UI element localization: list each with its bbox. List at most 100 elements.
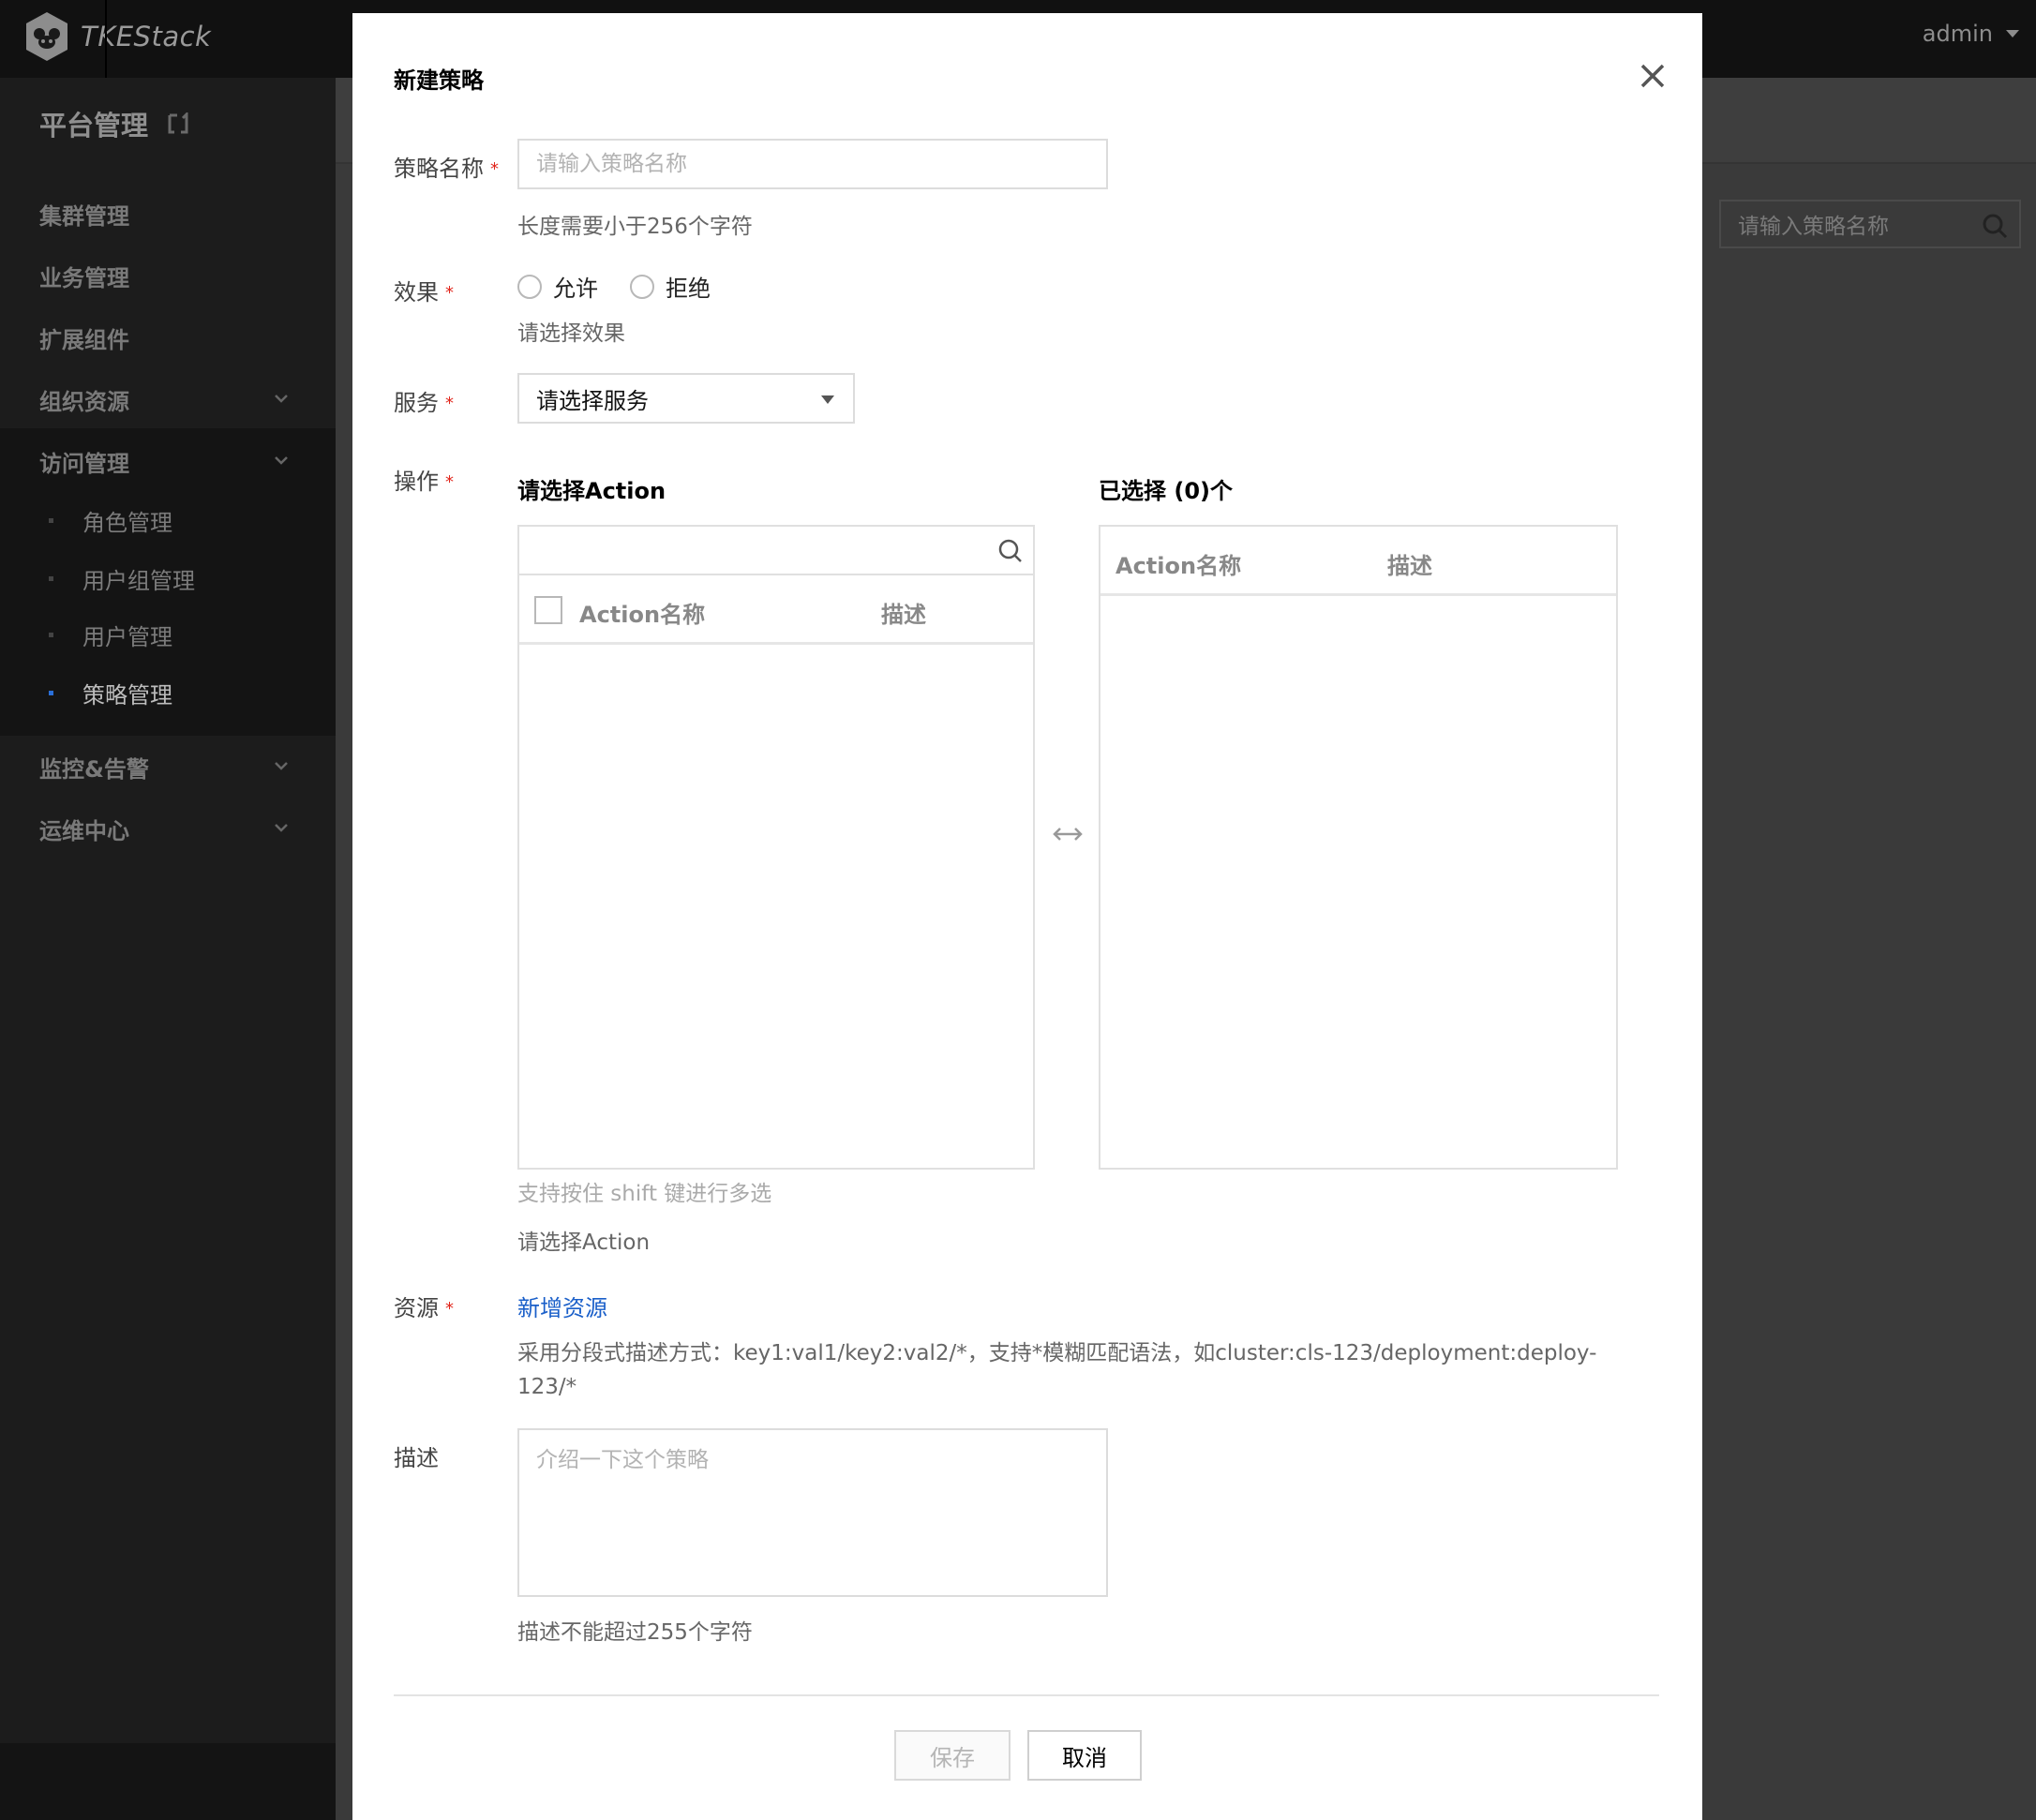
policy-name-hint: 长度需要小于256个字符 (517, 215, 753, 239)
select-all-checkbox[interactable] (534, 596, 562, 624)
sidebar-item-label: 集群管理 (39, 202, 129, 230)
search-placeholder: 请输入策略名称 (1738, 215, 1889, 239)
required-mark: * (445, 394, 454, 413)
close-icon (1640, 64, 1665, 88)
user-menu[interactable]: admin (1923, 21, 2019, 47)
action-label: 操作 * (394, 463, 454, 496)
footer-divider (394, 1694, 1659, 1696)
brand-name: TKEStack (81, 21, 212, 52)
action-source-panel: Action名称 描述 (517, 525, 1035, 1170)
sidebar-item-access[interactable]: 访问管理 (0, 430, 336, 492)
label-text: 描述 (394, 1445, 439, 1471)
create-policy-dialog: 新建策略 策略名称* 长度需要小于256个字符 效果* 允许 拒绝 请选择效果 … (352, 13, 1702, 1820)
sidebar-subitem-label: 用户组管理 (82, 567, 195, 594)
action-search-input[interactable] (519, 527, 1033, 574)
multi-select-hint: 支持按住 shift 键进行多选 (517, 1182, 772, 1206)
close-button[interactable] (1639, 62, 1667, 90)
service-label: 服务 * (394, 384, 454, 417)
sidebar-subitem-policies[interactable]: 策略管理 (0, 664, 336, 721)
sidebar-subitem-users[interactable]: 用户管理 (0, 606, 336, 663)
action-source-title: 请选择Action (517, 478, 666, 504)
brand-divider (105, 0, 107, 78)
sidebar-item-label: 业务管理 (39, 264, 129, 291)
sidebar-item-cluster[interactable]: 集群管理 (0, 183, 336, 245)
effect-radio-group: 允许 拒绝 (517, 270, 742, 303)
sidebar-item-extensions[interactable]: 扩展组件 (0, 306, 336, 368)
search-icon[interactable] (997, 538, 1024, 564)
sidebar-subitem-label: 角色管理 (82, 509, 172, 536)
action-search (519, 527, 1033, 575)
bullet-icon (49, 576, 53, 581)
sidebar-item-business[interactable]: 业务管理 (0, 245, 336, 306)
sidebar-item-ops[interactable]: 运维中心 (0, 798, 336, 859)
label-text: 服务 (394, 390, 439, 416)
effect-deny-radio[interactable]: 拒绝 (630, 270, 711, 303)
sidebar-title-text: 平台管理 (39, 110, 149, 142)
sidebar-subitem-label: 策略管理 (82, 681, 172, 709)
transfer-arrows-icon (1053, 828, 1083, 841)
add-resource-link[interactable]: 新增资源 (517, 1290, 607, 1322)
tkestack-logo-icon (24, 11, 69, 62)
label-text: 操作 (394, 469, 439, 495)
label-text: 资源 (394, 1295, 439, 1321)
required-mark: * (445, 1299, 454, 1319)
caret-down-icon (821, 395, 834, 404)
user-name: admin (1922, 21, 1993, 47)
effect-label: 效果 * (394, 274, 454, 306)
chevron-down-icon (275, 824, 288, 832)
required-mark: * (490, 159, 499, 179)
chevron-down-icon (275, 395, 288, 403)
sidebar-item-label: 组织资源 (39, 388, 129, 415)
action-hint: 请选择Action (517, 1231, 651, 1255)
col-action-name: Action名称 (579, 602, 706, 628)
radio-label: 允许 (553, 276, 598, 302)
bullet-icon (49, 518, 53, 523)
sidebar-footer (0, 1743, 336, 1820)
sidebar: 平台管理 集群管理 业务管理 扩展组件 组织资源 访问管理 角色管理 用户组管理 (0, 78, 336, 1820)
service-select[interactable]: 请选择服务 (517, 373, 855, 424)
sidebar-item-label: 访问管理 (39, 450, 129, 477)
sidebar-title[interactable]: 平台管理 (39, 104, 189, 143)
action-selected-table-header: Action名称 描述 (1100, 527, 1616, 596)
policy-name-label: 策略名称 * (394, 150, 499, 183)
select-value: 请选择服务 (536, 387, 649, 414)
resource-hint: 采用分段式描述方式：key1:val1/key2:val2/*，支持*模糊匹配语… (517, 1341, 1597, 1399)
sidebar-subitem-user-groups[interactable]: 用户组管理 (0, 550, 336, 606)
cancel-button[interactable]: 取消 (1027, 1730, 1142, 1781)
chevron-down-icon (275, 762, 288, 770)
action-source-table-header: Action名称 描述 (519, 575, 1033, 645)
sidebar-subitem-label: 用户管理 (82, 623, 172, 650)
sidebar-item-label: 监控&告警 (39, 755, 149, 783)
description-textarea[interactable] (517, 1428, 1108, 1597)
radio-label: 拒绝 (666, 276, 711, 302)
switch-icon (168, 112, 188, 134)
sidebar-item-monitoring[interactable]: 监控&告警 (0, 736, 336, 798)
dialog-title: 新建策略 (394, 67, 484, 94)
label-text: 效果 (394, 279, 439, 306)
effect-allow-radio[interactable]: 允许 (517, 270, 598, 303)
action-selected-title: 已选择 (0)个 (1099, 478, 1233, 504)
required-mark: * (445, 472, 454, 492)
search-icon[interactable] (1982, 213, 2008, 239)
chevron-down-icon (275, 456, 288, 465)
resource-label: 资源 * (394, 1290, 454, 1322)
save-button[interactable]: 保存 (894, 1730, 1011, 1781)
brand[interactable]: TKEStack (24, 10, 211, 63)
label-text: 策略名称 (394, 156, 484, 182)
effect-hint: 请选择效果 (517, 321, 625, 346)
sidebar-subitem-roles[interactable]: 角色管理 (0, 492, 336, 548)
policy-name-input[interactable] (517, 139, 1108, 189)
radio-circle (630, 274, 654, 299)
sidebar-item-org-resources[interactable]: 组织资源 (0, 368, 336, 430)
description-label: 描述 (394, 1440, 439, 1472)
sidebar-item-label: 扩展组件 (39, 326, 129, 353)
bullet-icon (49, 633, 53, 637)
required-mark: * (445, 283, 454, 303)
col-action-name: Action名称 (1115, 553, 1242, 579)
bullet-icon (49, 691, 53, 695)
action-selected-panel: Action名称 描述 (1099, 525, 1618, 1170)
policy-search-input[interactable]: 请输入策略名称 (1719, 200, 2021, 248)
col-description: 描述 (1387, 553, 1432, 579)
col-description: 描述 (881, 602, 926, 628)
sidebar-item-label: 运维中心 (39, 817, 129, 844)
